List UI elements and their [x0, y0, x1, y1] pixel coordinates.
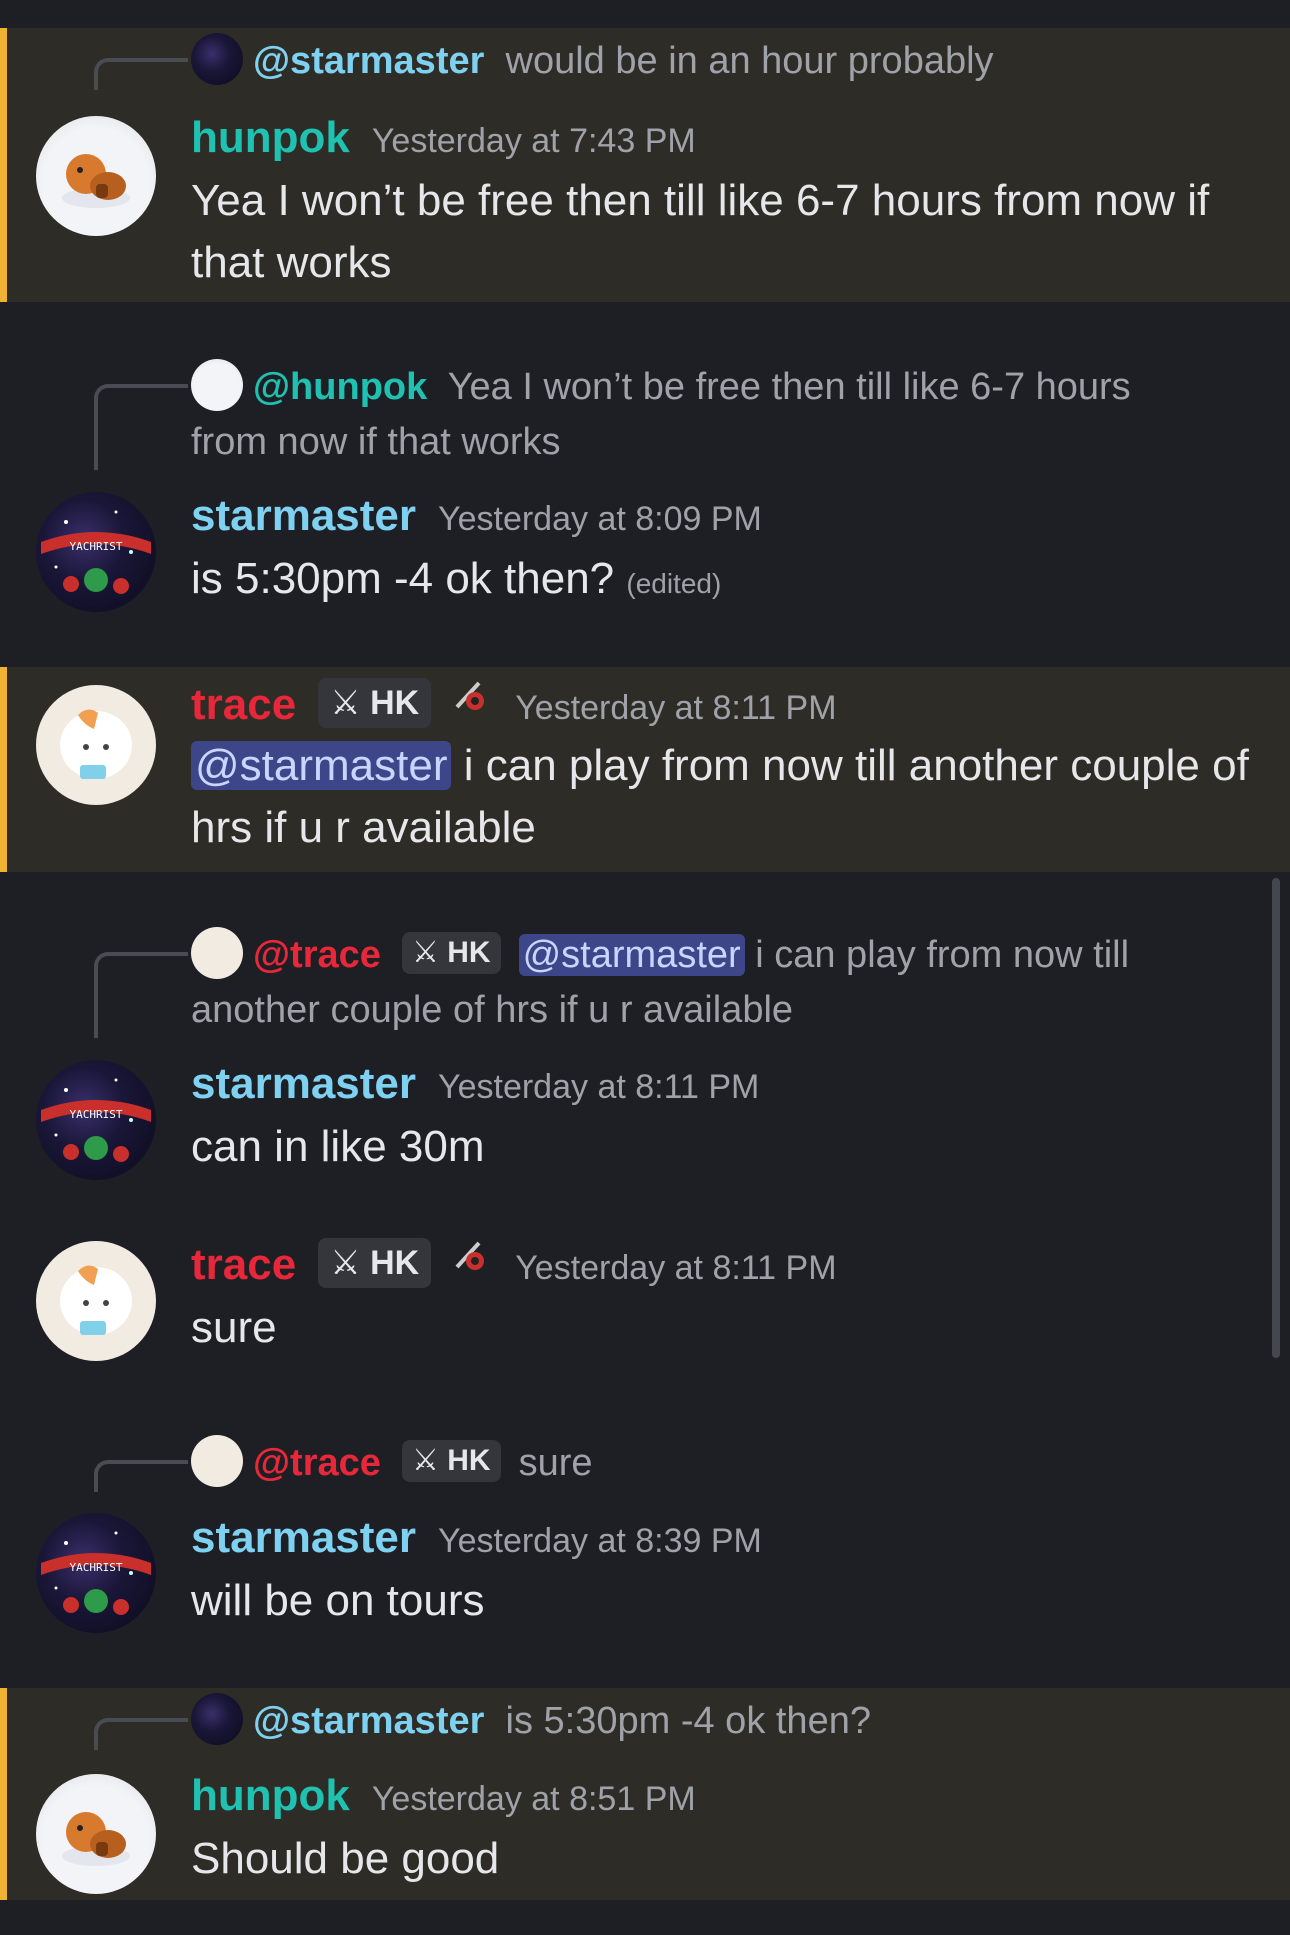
timestamp: Yesterday at 8:09 PM	[438, 500, 762, 538]
reply-avatar	[191, 358, 243, 411]
user-mention[interactable]: @starmaster	[518, 934, 745, 976]
role-tag[interactable]: ⚔ HK	[402, 931, 501, 974]
author-name[interactable]: starmaster	[191, 491, 416, 540]
timestamp: Yesterday at 7:43 PM	[371, 122, 696, 160]
server-badge-icon	[449, 1233, 493, 1293]
message-header: hunpok Yesterday at 8:51 PM	[191, 1766, 696, 1829]
avatar[interactable]: YACHRIST	[36, 1513, 156, 1633]
message-item: @starmaster would be in an hour probably…	[0, 28, 1290, 302]
author-name[interactable]: trace	[191, 1240, 296, 1289]
message-item: trace ⚔ HK Yesterday at 8:11 PM @starmast…	[0, 667, 1290, 872]
message-header: trace ⚔ HK Yesterday at 8:11 PM	[191, 675, 837, 738]
message-body: @starmaster i can play from now till ano…	[191, 735, 1266, 859]
author-name[interactable]: hunpok	[191, 1771, 350, 1820]
reply-spine	[94, 1718, 188, 1750]
message-body: Yea I won’t be free then till like 6-7 h…	[191, 176, 1210, 287]
reply-spine	[94, 58, 188, 90]
message-item: @trace ⚔ HK @starmaster i can play from n…	[0, 920, 1290, 1190]
message-body: can in like 30m	[191, 1122, 485, 1171]
message-header: trace ⚔ HK Yesterday at 8:11 PM	[191, 1235, 837, 1298]
author-name[interactable]: hunpok	[191, 113, 350, 162]
avatar[interactable]: YACHRIST	[36, 1060, 156, 1180]
server-badge-icon	[449, 673, 493, 733]
reply-avatar	[191, 1434, 243, 1487]
reply-preview[interactable]: @starmaster would be in an hour probably	[191, 32, 994, 89]
avatar[interactable]: YACHRIST	[36, 492, 156, 612]
avatar[interactable]	[36, 1241, 156, 1361]
message-header: starmaster Yesterday at 8:11 PM	[191, 1054, 759, 1117]
message-body: is 5:30pm -4 ok then? (edited)	[191, 548, 1266, 615]
role-tag[interactable]: ⚔ HK	[402, 1439, 501, 1482]
message-item: @trace ⚔ HK sure YACHRIST starmaster Yeste…	[0, 1430, 1290, 1660]
svg-text:YACHRIST: YACHRIST	[70, 1108, 123, 1121]
reply-username[interactable]: @hunpok	[253, 366, 427, 408]
reply-spine	[94, 1460, 188, 1492]
message-item: @starmaster is 5:30pm -4 ok then? hunpok…	[0, 1688, 1290, 1900]
reply-spine	[94, 952, 188, 1038]
message-body: sure	[191, 1303, 277, 1352]
reply-text: sure	[518, 1442, 593, 1484]
edited-label: (edited)	[626, 568, 722, 599]
reply-avatar	[191, 1692, 243, 1745]
reply-preview[interactable]: @trace ⚔ HK sure	[191, 1434, 593, 1491]
timestamp: Yesterday at 8:51 PM	[371, 1780, 696, 1818]
role-tag[interactable]: ⚔ HK	[318, 678, 432, 729]
cat-avatar-icon	[60, 709, 132, 779]
reply-avatar	[191, 32, 243, 85]
avatar[interactable]	[36, 685, 156, 805]
message-header: starmaster Yesterday at 8:09 PM	[191, 486, 762, 549]
timestamp: Yesterday at 8:11 PM	[438, 1068, 760, 1106]
galaxy-avatar-icon: YACHRIST	[41, 510, 151, 594]
galaxy-avatar-icon: YACHRIST	[41, 1078, 151, 1162]
reply-spine	[94, 384, 188, 470]
cat-avatar-icon	[60, 1265, 132, 1335]
message-header: starmaster Yesterday at 8:39 PM	[191, 1508, 762, 1571]
message-body: Should be good	[191, 1834, 500, 1883]
avatar[interactable]	[36, 1774, 156, 1894]
reply-username[interactable]: @starmaster	[253, 1700, 484, 1742]
reply-text: is 5:30pm -4 ok then?	[505, 1700, 871, 1742]
timestamp: Yesterday at 8:39 PM	[438, 1522, 762, 1560]
message-header: hunpok Yesterday at 7:43 PM	[191, 108, 696, 171]
svg-text:YACHRIST: YACHRIST	[70, 540, 123, 553]
reply-username[interactable]: @trace	[253, 1442, 381, 1484]
reply-text: would be in an hour probably	[505, 40, 994, 82]
author-name[interactable]: starmaster	[191, 1059, 416, 1108]
turtle-avatar-icon	[62, 154, 130, 208]
user-mention[interactable]: @starmaster	[191, 741, 452, 790]
author-name[interactable]: starmaster	[191, 1513, 416, 1562]
role-tag[interactable]: ⚔ HK	[318, 1238, 432, 1289]
svg-text:YACHRIST: YACHRIST	[70, 1561, 123, 1574]
reply-preview[interactable]: @hunpok Yea I won’t be free then till li…	[191, 358, 1191, 469]
timestamp: Yesterday at 8:11 PM	[515, 1249, 837, 1287]
turtle-avatar-icon	[62, 1812, 130, 1866]
message-item: @hunpok Yea I won’t be free then till li…	[0, 352, 1290, 622]
galaxy-avatar-icon: YACHRIST	[41, 1531, 151, 1615]
message-body: will be on tours	[191, 1576, 485, 1625]
scrollbar[interactable]	[1272, 878, 1280, 1358]
author-name[interactable]: trace	[191, 680, 296, 729]
reply-username[interactable]: @trace	[253, 934, 381, 976]
reply-avatar	[191, 926, 243, 979]
reply-preview[interactable]: @starmaster is 5:30pm -4 ok then?	[191, 1692, 871, 1749]
reply-username[interactable]: @starmaster	[253, 40, 484, 82]
reply-preview[interactable]: @trace ⚔ HK @starmaster i can play from n…	[191, 926, 1191, 1037]
message-item: trace ⚔ HK Yesterday at 8:11 PM sure	[0, 1235, 1290, 1385]
timestamp: Yesterday at 8:11 PM	[515, 689, 837, 727]
avatar[interactable]	[36, 116, 156, 236]
message-text: is 5:30pm -4 ok then?	[191, 554, 615, 603]
